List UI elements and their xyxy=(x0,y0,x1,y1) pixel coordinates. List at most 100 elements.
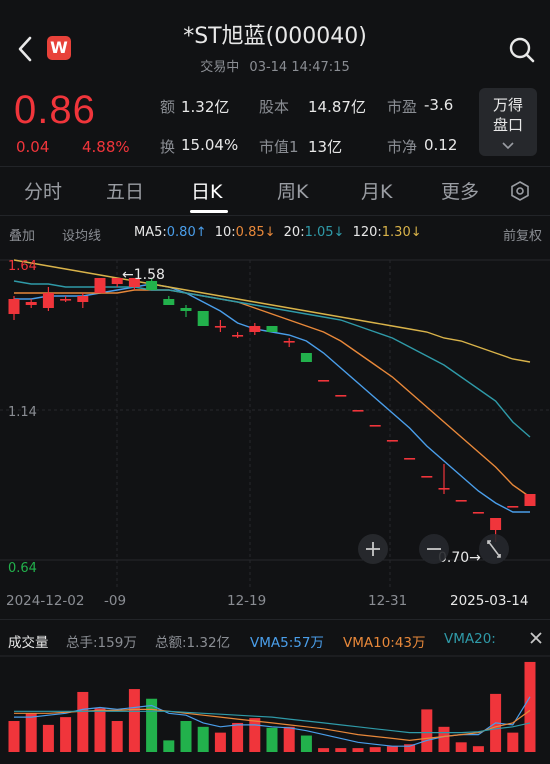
stock-title: *ST旭蓝(000040) xyxy=(183,24,367,49)
volume-amount: 总额:1.32亿 xyxy=(155,635,231,651)
unit-button-line1: 万得 xyxy=(492,96,523,114)
candle xyxy=(335,395,347,397)
candle xyxy=(266,326,278,332)
moving-average-lines xyxy=(13,259,531,513)
ma20-label: 20: xyxy=(283,225,305,240)
volume-title: 成交量 xyxy=(8,635,49,651)
y-axis-mid-label: 1.14 xyxy=(8,405,37,420)
volume-bars xyxy=(8,661,536,752)
amount-value: 1.32亿 xyxy=(181,98,230,116)
volume-bar xyxy=(335,748,347,752)
volume-bar xyxy=(421,709,433,752)
trading-status: 交易中 03-14 14:47:15 xyxy=(0,56,550,75)
ma120-value: 1.30↓ xyxy=(381,225,422,240)
candle xyxy=(163,296,175,305)
ma5-label: MA5: xyxy=(134,225,167,240)
wind-orderbook-button[interactable]: 万得 盘口 xyxy=(479,88,537,156)
candle xyxy=(421,476,433,478)
share-capital-label: 股本 xyxy=(259,98,290,116)
ma120-label: 120: xyxy=(352,225,382,240)
close-icon[interactable] xyxy=(528,630,544,650)
volume-bar xyxy=(128,689,140,752)
zoom-out-icon[interactable] xyxy=(419,534,449,564)
tab-monthly-k[interactable]: 月K xyxy=(361,177,392,204)
candle xyxy=(507,506,519,508)
x-axis-label-end: 2025-03-14 xyxy=(450,593,529,609)
candle xyxy=(438,464,450,494)
unit-button-line2: 盘口 xyxy=(492,116,523,134)
x-axis-label-dec31: 12-31 xyxy=(368,593,408,609)
volume-bar xyxy=(524,661,536,752)
tab-weekly-k[interactable]: 周K xyxy=(277,177,308,204)
candlestick-chart[interactable]: 1.64 1.14 0.64 ←1.58 0.70→ xyxy=(0,248,550,612)
adjust-mode-button[interactable]: 前复权 xyxy=(503,225,542,244)
volume-bar xyxy=(197,726,209,752)
candle xyxy=(369,425,381,427)
volume-bar xyxy=(438,726,450,752)
candle xyxy=(25,299,37,308)
ma-values: MA5:0.80↑ 10:0.85↓ 20:1.05↓ 120:1.30↓ xyxy=(134,225,422,240)
candle xyxy=(524,494,536,506)
tab-daily-k[interactable]: 日K xyxy=(191,177,222,204)
volume-bar xyxy=(94,708,106,752)
pe-value: -3.6 xyxy=(424,96,454,114)
candle xyxy=(472,512,484,514)
candle xyxy=(249,323,261,335)
vma5-value: VMA5:57万 xyxy=(250,635,324,651)
turnover-value: 15.04% xyxy=(181,136,239,154)
volume-bar xyxy=(386,746,398,752)
volume-chart xyxy=(0,655,550,752)
candle xyxy=(60,296,72,302)
candle xyxy=(352,410,364,412)
candle xyxy=(300,353,312,362)
set-ma-button[interactable]: 设均线 xyxy=(62,225,101,244)
pe-label: 市盈 xyxy=(387,98,418,116)
volume-bar xyxy=(25,713,37,752)
candle xyxy=(180,305,192,317)
volume-bar xyxy=(163,740,175,752)
candle xyxy=(8,296,20,320)
candle xyxy=(386,440,398,442)
candle xyxy=(283,338,295,347)
candle xyxy=(404,458,416,460)
y-axis-bottom-label: 0.64 xyxy=(8,561,37,576)
high-price-marker: ←1.58 xyxy=(122,267,165,283)
settings-hexagon-icon[interactable] xyxy=(509,180,531,206)
divider xyxy=(0,166,550,167)
divider xyxy=(0,619,550,620)
zoom-in-icon[interactable] xyxy=(358,534,388,564)
fullscreen-icon[interactable] xyxy=(479,534,509,564)
top-bar: W *ST旭蓝(000040) 交易中 03-14 14:47:15 xyxy=(0,0,550,84)
x-axis-label-start: 2024-12-02 xyxy=(6,593,85,609)
share-capital-value: 14.87亿 xyxy=(308,98,366,116)
tab-more[interactable]: 更多 xyxy=(441,177,479,204)
vma20-value: VMA20: xyxy=(444,631,496,647)
active-tab-indicator xyxy=(190,210,228,213)
volume-bar xyxy=(369,747,381,752)
tab-five-day[interactable]: 五日 xyxy=(106,177,144,204)
volume-bar xyxy=(455,742,467,752)
volume-bar xyxy=(318,748,330,752)
chevron-down-icon xyxy=(479,135,537,150)
candle xyxy=(214,320,226,332)
volume-bar xyxy=(214,732,226,752)
price-change-pct: 4.88% xyxy=(82,138,130,156)
ma10-label: 10: xyxy=(214,225,236,240)
pb-label: 市净 xyxy=(387,138,418,156)
ma10-value: 0.85↓ xyxy=(235,225,276,240)
turnover-label: 换 xyxy=(160,138,176,156)
status-datetime: 03-14 14:47:15 xyxy=(249,60,350,75)
divider xyxy=(0,215,550,216)
y-axis-top-label: 1.64 xyxy=(8,259,37,274)
volume-bar xyxy=(60,717,72,752)
ma10-line xyxy=(14,289,531,498)
search-icon[interactable] xyxy=(508,36,536,64)
ma5-line xyxy=(14,283,530,513)
volume-bar xyxy=(472,746,484,752)
volume-bar xyxy=(266,727,278,752)
tab-intraday[interactable]: 分时 xyxy=(24,177,62,204)
volume-total-hands: 总手:159万 xyxy=(66,635,137,651)
pb-value: 0.12 xyxy=(424,136,458,154)
overlay-button[interactable]: 叠加 xyxy=(9,225,35,244)
volume-bar xyxy=(283,726,295,752)
